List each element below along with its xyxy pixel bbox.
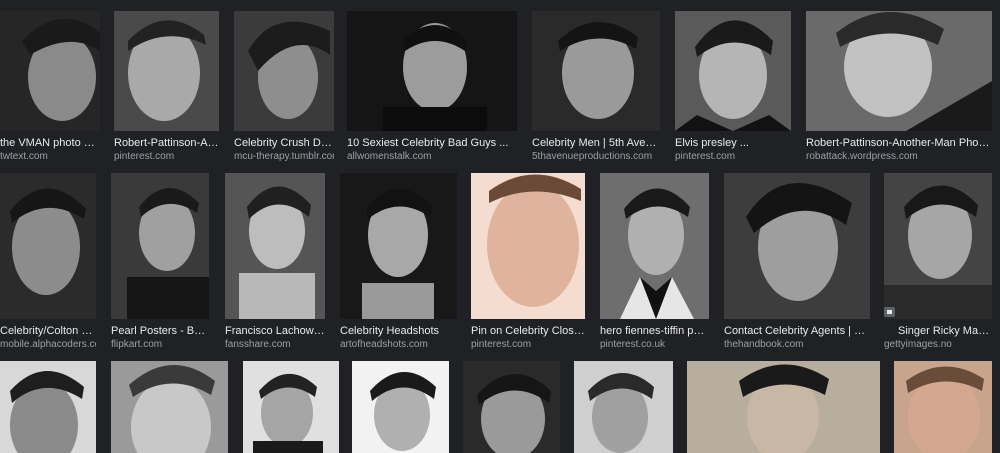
- result-source[interactable]: pinterest.com: [471, 339, 585, 351]
- result-source[interactable]: artofheadshots.com: [340, 339, 457, 351]
- result-thumbnail[interactable]: [574, 361, 673, 453]
- result-thumbnail[interactable]: [352, 361, 449, 453]
- result-thumbnail[interactable]: [114, 11, 219, 131]
- result-title[interactable]: Celebrity Men | 5th Avenue Prod...: [532, 137, 660, 150]
- result-thumbnail[interactable]: [243, 361, 339, 453]
- result-source[interactable]: flipkart.com: [111, 339, 209, 351]
- result-thumbnail[interactable]: [463, 361, 560, 453]
- result-source[interactable]: pinterest.com: [675, 151, 791, 163]
- results-row-1: the VMAN photo shoot i... twtext.com Rob…: [0, 11, 1000, 163]
- result-title[interactable]: hero fiennes-tiffin photos |...: [600, 325, 709, 338]
- photo-badge-icon: [884, 307, 895, 317]
- result-source[interactable]: 5thavenueproductions.com: [532, 151, 660, 163]
- result-thumbnail[interactable]: [532, 11, 660, 131]
- result-source[interactable]: twtext.com: [0, 151, 100, 163]
- result-title[interactable]: Celebrity Headshots: [340, 325, 457, 338]
- result-thumbnail[interactable]: [687, 361, 880, 453]
- result-source[interactable]: mcu-therapy.tumblr.com: [234, 151, 334, 163]
- result-thumbnail[interactable]: [675, 11, 791, 131]
- result-title[interactable]: Robert-Pattinson-Another-...: [114, 137, 219, 150]
- result-source[interactable]: thehandbook.com: [724, 339, 870, 351]
- result-thumbnail[interactable]: [884, 173, 992, 319]
- results-row-3: [0, 361, 1000, 453]
- result-title[interactable]: Elvis presley ...: [675, 137, 791, 150]
- result-thumbnail[interactable]: [111, 361, 228, 453]
- result-thumbnail[interactable]: [0, 173, 96, 319]
- result-thumbnail[interactable]: [225, 173, 325, 319]
- result-thumbnail[interactable]: [894, 361, 992, 453]
- result-title[interactable]: Singer Ricky Martin at a p...: [898, 325, 992, 338]
- result-source[interactable]: pinterest.com: [114, 151, 219, 163]
- result-thumbnail[interactable]: [806, 11, 992, 131]
- result-source[interactable]: fansshare.com: [225, 339, 325, 351]
- result-thumbnail[interactable]: [234, 11, 334, 131]
- result-source[interactable]: robattack.wordpress.com: [806, 151, 992, 163]
- result-title[interactable]: 10 Sexiest Celebrity Bad Guys ...: [347, 137, 517, 150]
- result-title[interactable]: the VMAN photo shoot i...: [0, 137, 100, 150]
- result-thumbnail[interactable]: [111, 173, 209, 319]
- result-title[interactable]: Contact Celebrity Agents | Hire A ...: [724, 325, 870, 338]
- result-title[interactable]: Francisco Lachowski Ce...: [225, 325, 325, 338]
- result-title[interactable]: Pearl Posters - Buy Pearl...: [111, 325, 209, 338]
- result-thumbnail[interactable]: [0, 11, 100, 131]
- result-thumbnail[interactable]: [347, 11, 517, 131]
- result-title[interactable]: Robert-Pattinson-Another-Man Photo ...: [806, 137, 992, 150]
- result-thumbnail[interactable]: [600, 173, 709, 319]
- result-title[interactable]: Celebrity Crush Day ...: [234, 137, 334, 150]
- result-source[interactable]: mobile.alphacoders.com: [0, 339, 96, 351]
- result-source[interactable]: gettyimages.no: [884, 339, 992, 351]
- result-source[interactable]: pinterest.co.uk: [600, 339, 709, 351]
- result-thumbnail[interactable]: [724, 173, 870, 319]
- result-title[interactable]: Celebrity/Colton Hayne...: [0, 325, 96, 338]
- result-source[interactable]: allwomenstalk.com: [347, 151, 517, 163]
- result-thumbnail[interactable]: [0, 361, 96, 453]
- result-thumbnail[interactable]: [340, 173, 457, 319]
- result-title[interactable]: Pin on Celebrity Close-Up: [471, 325, 585, 338]
- results-row-2: Celebrity/Colton Hayne... mobile.alphaco…: [0, 173, 1000, 351]
- result-thumbnail[interactable]: [471, 173, 585, 319]
